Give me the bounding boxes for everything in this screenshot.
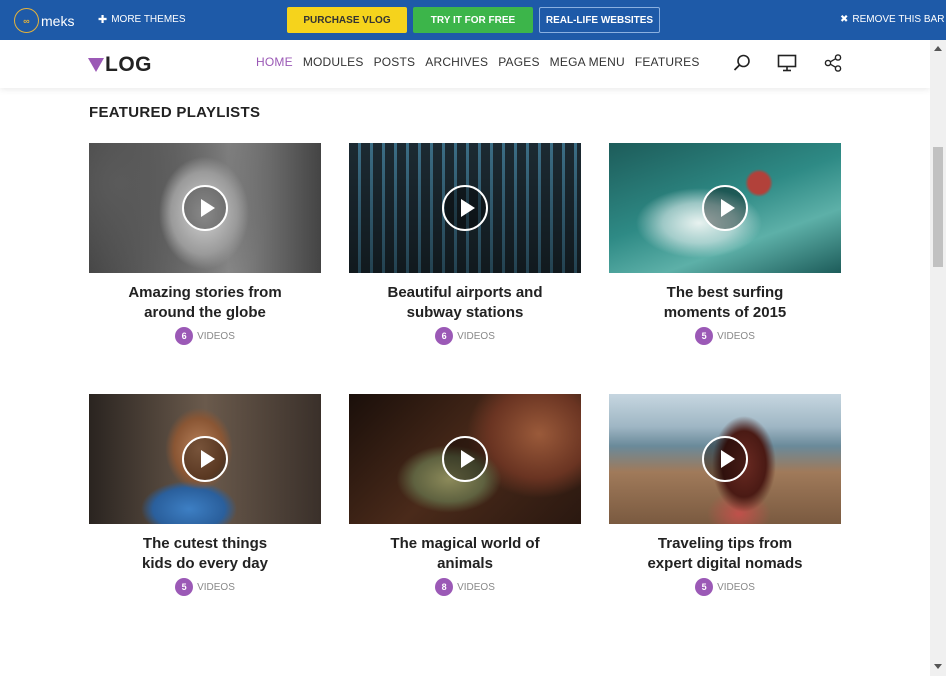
playlist-title[interactable]: The best surfing moments of 2015 (647, 283, 803, 323)
playlist-meta: 5 VIDEOS (609, 578, 841, 596)
playlist-card: Amazing stories from around the globe 6 … (89, 143, 321, 345)
main-nav: HOME MODULES POSTS ARCHIVES PAGES MEGA M… (251, 55, 705, 69)
video-count-badge: 8 (435, 578, 454, 596)
playlist-meta: 5 VIDEOS (89, 578, 321, 596)
meks-logo-text: meks (41, 12, 75, 29)
close-icon: ✖ (840, 14, 849, 25)
play-icon[interactable] (182, 185, 228, 231)
videos-label: VIDEOS (197, 581, 235, 593)
playlist-thumbnail[interactable] (609, 394, 841, 524)
more-themes-link[interactable]: ✚ MORE THEMES (98, 13, 186, 26)
videos-label: VIDEOS (717, 581, 755, 593)
videos-label: VIDEOS (457, 581, 495, 593)
video-count-badge: 6 (435, 327, 454, 345)
more-themes-label: MORE THEMES (111, 14, 186, 25)
logo-triangle-icon (88, 58, 104, 72)
play-icon[interactable] (702, 436, 748, 482)
playlist-thumbnail[interactable] (349, 394, 581, 524)
nav-home[interactable]: HOME (256, 55, 293, 69)
real-life-websites-button[interactable]: REAL-LIFE WEBSITES (539, 7, 660, 33)
monitor-icon[interactable] (777, 53, 797, 73)
playlist-card: The cutest things kids do every day 5 VI… (89, 394, 321, 596)
playlist-title[interactable]: The magical world of animals (387, 534, 543, 574)
page-scrollbar[interactable] (930, 40, 946, 676)
remove-bar-label: REMOVE THIS BAR (852, 14, 945, 25)
video-count-badge: 5 (695, 578, 714, 596)
nav-mega-menu[interactable]: MEGA MENU (550, 55, 625, 69)
play-icon[interactable] (702, 185, 748, 231)
share-icon[interactable] (823, 53, 843, 73)
playlist-title[interactable]: Traveling tips from expert digital nomad… (647, 534, 803, 574)
nav-features[interactable]: FEATURES (635, 55, 700, 69)
videos-label: VIDEOS (197, 330, 235, 342)
videos-label: VIDEOS (457, 330, 495, 342)
video-count-badge: 5 (175, 578, 194, 596)
playlist-card: The best surfing moments of 2015 5 VIDEO… (609, 143, 841, 345)
playlist-card: Beautiful airports and subway stations 6… (349, 143, 581, 345)
scroll-up-arrow-icon[interactable] (934, 46, 942, 51)
playlist-meta: 5 VIDEOS (609, 327, 841, 345)
meks-logo-icon: ∞ (14, 8, 39, 33)
playlist-card: Traveling tips from expert digital nomad… (609, 394, 841, 596)
play-icon[interactable] (182, 436, 228, 482)
playlist-thumbnail[interactable] (89, 143, 321, 273)
remove-bar-link[interactable]: ✖ REMOVE THIS BAR (840, 14, 944, 25)
scroll-thumb[interactable] (933, 147, 943, 267)
play-icon[interactable] (442, 185, 488, 231)
nav-archives[interactable]: ARCHIVES (425, 55, 488, 69)
plus-icon: ✚ (98, 14, 108, 26)
try-free-button[interactable]: TRY IT FOR FREE (413, 7, 533, 33)
purchase-button[interactable]: PURCHASE VLOG (287, 7, 407, 33)
playlist-meta: 8 VIDEOS (349, 578, 581, 596)
video-count-badge: 5 (695, 327, 714, 345)
logo-text: LOG (105, 53, 152, 76)
play-icon[interactable] (442, 436, 488, 482)
playlist-meta: 6 VIDEOS (349, 327, 581, 345)
video-count-badge: 6 (175, 327, 194, 345)
playlist-title[interactable]: The cutest things kids do every day (127, 534, 283, 574)
site-logo[interactable]: LOG (88, 53, 152, 77)
meks-logo[interactable]: ∞ meks (14, 8, 74, 33)
playlist-thumbnail[interactable] (89, 394, 321, 524)
playlist-title[interactable]: Amazing stories from around the globe (127, 283, 283, 323)
section-title: FEATURED PLAYLISTS (89, 104, 261, 121)
site-header: LOG HOME MODULES POSTS ARCHIVES PAGES ME… (0, 40, 930, 88)
playlist-thumbnail[interactable] (349, 143, 581, 273)
page-content: LOG HOME MODULES POSTS ARCHIVES PAGES ME… (0, 40, 930, 676)
search-icon[interactable] (732, 53, 752, 73)
nav-modules[interactable]: MODULES (303, 55, 364, 69)
playlist-card: The magical world of animals 8 VIDEOS (349, 394, 581, 596)
playlist-title[interactable]: Beautiful airports and subway stations (387, 283, 543, 323)
videos-label: VIDEOS (717, 330, 755, 342)
promo-bar: ∞ meks ✚ MORE THEMES PURCHASE VLOG TRY I… (0, 0, 946, 40)
nav-pages[interactable]: PAGES (498, 55, 539, 69)
playlist-meta: 6 VIDEOS (89, 327, 321, 345)
playlist-thumbnail[interactable] (609, 143, 841, 273)
nav-posts[interactable]: POSTS (374, 55, 416, 69)
scroll-down-arrow-icon[interactable] (934, 664, 942, 669)
